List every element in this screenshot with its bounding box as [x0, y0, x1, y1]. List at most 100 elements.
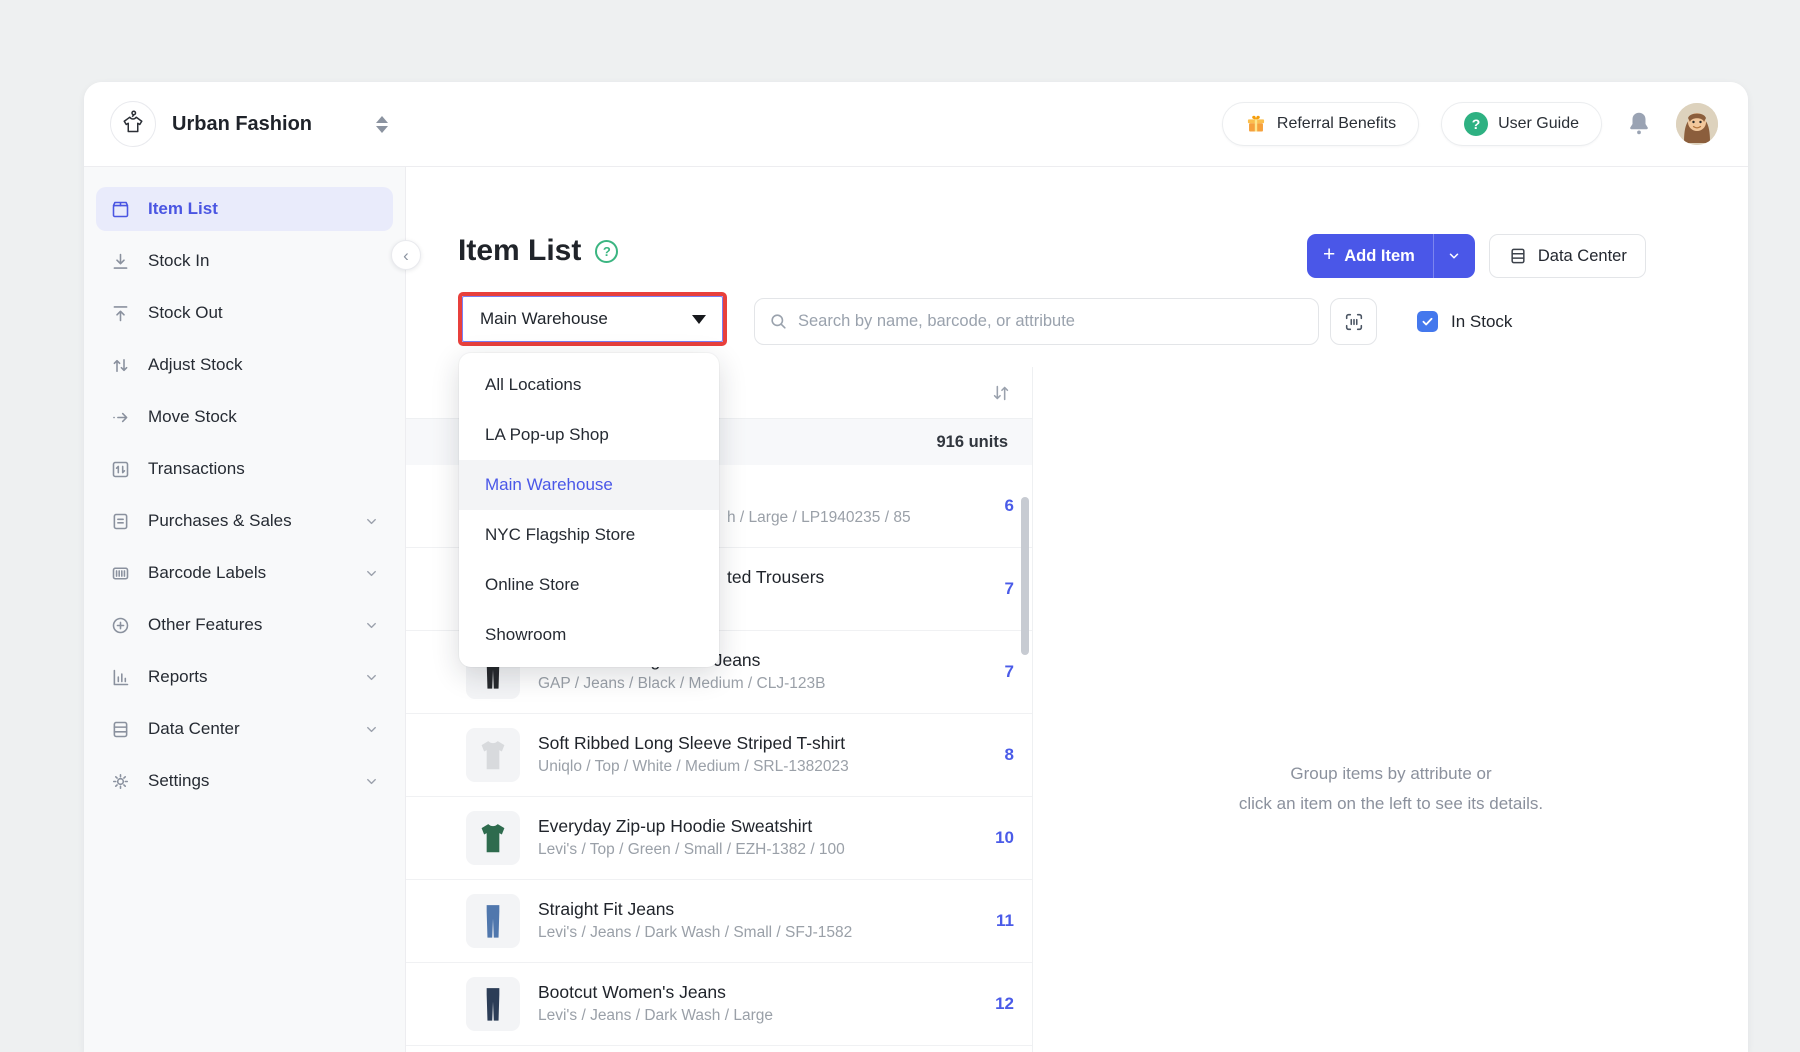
sidebar-item-label: Item List: [148, 199, 218, 219]
sidebar-item-label: Move Stock: [148, 407, 237, 427]
dropdown-option-label: NYC Flagship Store: [485, 525, 635, 545]
dropdown-option-label: All Locations: [485, 375, 581, 395]
in-stock-filter[interactable]: In Stock: [1417, 298, 1512, 345]
add-item-button[interactable]: + Add Item: [1307, 234, 1475, 278]
in-stock-checkbox[interactable]: [1417, 311, 1438, 332]
select-caret-icon: [692, 315, 706, 324]
sidebar-item-settings[interactable]: Settings: [96, 759, 393, 803]
sidebar-item-label: Adjust Stock: [148, 355, 243, 375]
item-title: Straight Fit Jeans: [538, 899, 852, 921]
sidebar-item-other-features[interactable]: Other Features: [96, 603, 393, 647]
item-quantity: 11: [996, 911, 1014, 931]
sidebar-item-label: Stock In: [148, 251, 209, 271]
detail-hint-line1: Group items by attribute or: [1034, 759, 1748, 789]
detail-hint-text: Group items by attribute or click an ite…: [1034, 759, 1748, 819]
sidebar-item-barcode-labels[interactable]: Barcode Labels: [96, 551, 393, 595]
item-title: Everyday Zip-up Hoodie Sweatshirt: [538, 816, 845, 838]
sidebar-item-adjust-stock[interactable]: Adjust Stock: [96, 343, 393, 387]
item-attributes: Uniqlo / Top / White / Medium / SRL-1382…: [538, 758, 849, 777]
dropdown-option-la-pop-up-shop[interactable]: LA Pop-up Shop: [459, 410, 719, 460]
chevron-down-icon: [364, 722, 379, 737]
referral-benefits-button[interactable]: Referral Benefits: [1222, 102, 1419, 146]
user-guide-button[interactable]: ? User Guide: [1441, 102, 1602, 146]
app-window: Urban Fashion Referral Benefits ? User G…: [84, 82, 1748, 1052]
item-row[interactable]: Bootcut Women's Jeans Levi's / Jeans / D…: [406, 963, 1032, 1046]
user-guide-label: User Guide: [1498, 115, 1579, 133]
sidebar-item-reports[interactable]: Reports: [96, 655, 393, 699]
sort-icon[interactable]: [990, 382, 1012, 404]
main-content: Item List ? + Add Item D: [406, 167, 1748, 1052]
chevron-down-icon: [364, 514, 379, 529]
item-quantity: 8: [1005, 745, 1014, 765]
sidebar-item-item-list[interactable]: Item List: [96, 187, 393, 231]
referral-benefits-label: Referral Benefits: [1277, 115, 1396, 133]
sidebar: Item List Stock In Stock Out Adjust Stoc…: [84, 167, 406, 1052]
stock-in-icon: [110, 251, 131, 272]
search-icon: [769, 312, 788, 331]
dropdown-option-all-locations[interactable]: All Locations: [459, 360, 719, 410]
dropdown-option-label: Showroom: [485, 625, 566, 645]
sidebar-item-move-stock[interactable]: Move Stock: [96, 395, 393, 439]
user-avatar[interactable]: [1676, 103, 1718, 145]
sidebar-collapse-button[interactable]: ‹: [391, 240, 421, 270]
dropdown-option-showroom[interactable]: Showroom: [459, 610, 719, 660]
adjust-stock-icon: [110, 355, 131, 376]
item-attributes: [727, 592, 824, 611]
detail-hint-line2: click an item on the left to see its det…: [1034, 789, 1748, 819]
item-attributes: h / Large / LP1940235 / 85: [727, 509, 911, 528]
location-select[interactable]: Main Warehouse: [462, 296, 723, 342]
sidebar-item-data-center[interactable]: Data Center: [96, 707, 393, 751]
item-thumbnail: [466, 894, 520, 948]
dropdown-option-main-warehouse[interactable]: Main Warehouse: [459, 460, 719, 510]
item-title: ted Trousers: [727, 567, 824, 589]
detail-panel: Group items by attribute or click an ite…: [1034, 367, 1748, 1052]
chevron-down-icon: [364, 618, 379, 633]
item-thumbnail: [466, 811, 520, 865]
item-row[interactable]: Soft Ribbed Long Sleeve Striped T-shirt …: [406, 714, 1032, 797]
in-stock-label: In Stock: [1451, 312, 1512, 332]
location-dropdown-menu: All Locations LA Pop-up Shop Main Warehous…: [459, 353, 719, 667]
dropdown-option-nyc-flagship-store[interactable]: NYC Flagship Store: [459, 510, 719, 560]
dropdown-option-label: Main Warehouse: [485, 475, 613, 495]
total-units-value: 916 units: [936, 433, 1008, 452]
sidebar-item-transactions[interactable]: Transactions: [96, 447, 393, 491]
transactions-icon: [110, 459, 131, 480]
item-row[interactable]: Straight Fit Jeans Levi's / Jeans / Dark…: [406, 880, 1032, 963]
org-switcher-icon[interactable]: [376, 116, 388, 133]
notification-bell-icon[interactable]: [1624, 109, 1654, 139]
sidebar-item-label: Other Features: [148, 615, 262, 635]
data-center-button[interactable]: Data Center: [1489, 234, 1646, 278]
search-input[interactable]: [798, 312, 1304, 331]
tshirt-hanger-icon: [118, 109, 148, 139]
database-icon: [1508, 246, 1528, 266]
move-stock-icon: [110, 407, 131, 428]
item-quantity: 7: [1005, 662, 1014, 682]
app-header: Urban Fashion Referral Benefits ? User G…: [84, 82, 1748, 167]
add-item-dropdown-caret[interactable]: [1433, 234, 1475, 278]
scrollbar-thumb[interactable]: [1021, 497, 1029, 655]
data-center-label: Data Center: [1538, 247, 1627, 266]
dropdown-option-online-store[interactable]: Online Store: [459, 560, 719, 610]
help-icon[interactable]: ?: [595, 240, 618, 263]
sidebar-item-label: Purchases & Sales: [148, 511, 292, 531]
reports-icon: [110, 667, 131, 688]
barcode-scan-button[interactable]: [1330, 298, 1377, 345]
question-circle-icon: ?: [1464, 112, 1488, 136]
barcode-scan-icon: [1343, 311, 1365, 333]
barcode-icon: [110, 563, 131, 584]
sidebar-item-label: Transactions: [148, 459, 245, 479]
item-attributes: Levi's / Jeans / Dark Wash / Large: [538, 1007, 773, 1026]
search-bar: [754, 298, 1319, 345]
sidebar-item-purchases-sales[interactable]: Purchases & Sales: [96, 499, 393, 543]
item-row[interactable]: Everyday Zip-up Hoodie Sweatshirt Levi's…: [406, 797, 1032, 880]
item-thumbnail: [466, 728, 520, 782]
brand-logo: [110, 101, 156, 147]
sidebar-item-stock-in[interactable]: Stock In: [96, 239, 393, 283]
item-title: Soft Ribbed Long Sleeve Striped T-shirt: [538, 733, 849, 755]
package-icon: [110, 199, 131, 220]
annotation-highlight-box: Main Warehouse: [458, 292, 727, 346]
chevron-down-icon: [1447, 249, 1461, 263]
location-select-value: Main Warehouse: [480, 309, 608, 329]
sidebar-item-stock-out[interactable]: Stock Out: [96, 291, 393, 335]
item-attributes: GAP / Jeans / Black / Medium / CLJ-123B: [538, 675, 825, 694]
